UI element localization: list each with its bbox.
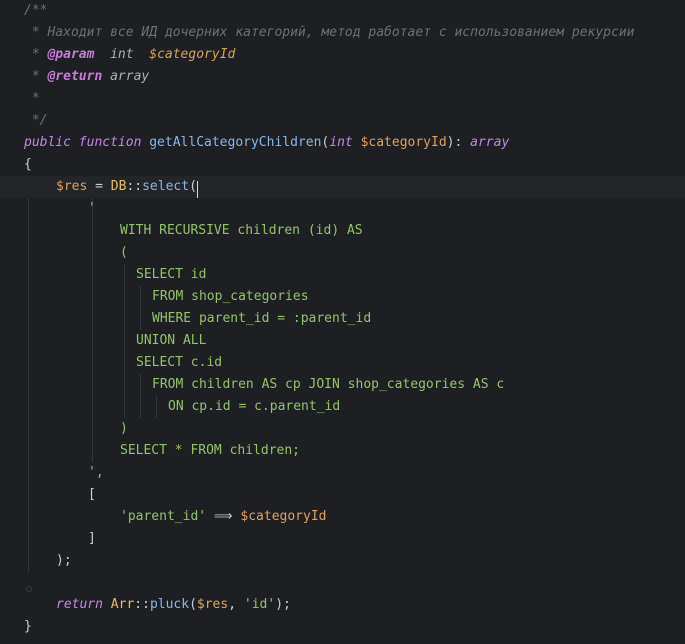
code-token: ( (120, 245, 128, 260)
code-line[interactable]: return Arr::pluck($res, 'id'); (0, 594, 685, 616)
code-line[interactable]: */ (0, 110, 685, 132)
code-line-current[interactable]: $res = DB::select( (0, 176, 685, 198)
code-token: ] (88, 531, 96, 546)
code-line[interactable]: /** (0, 0, 685, 22)
code-line[interactable]: ON cp.id = c.parent_id (0, 396, 685, 418)
code-token: SELECT id (136, 267, 207, 282)
code-line[interactable]: { (0, 154, 685, 176)
code-token: SELECT * FROM children; (120, 443, 301, 458)
code-token: pluck (149, 597, 190, 612)
code-line[interactable]: * Находит все ИД дочерних категорий, мет… (0, 22, 685, 44)
code-token: $categoryId (360, 135, 447, 150)
text-caret (196, 181, 198, 198)
code-line[interactable]: } (0, 616, 685, 638)
code-line[interactable]: * (0, 88, 685, 110)
code-editor[interactable]: /** * Находит все ИД дочерних категорий,… (0, 0, 685, 644)
code-token: ', (88, 465, 104, 480)
code-line[interactable]: SELECT * FROM children; (0, 440, 685, 462)
code-token: FROM shop_categories (152, 289, 309, 304)
code-token: DB (110, 179, 127, 194)
code-line[interactable]: SELECT id (0, 264, 685, 286)
code-token: FROM children AS cp JOIN shop_categories… (152, 377, 505, 392)
code-token: { (24, 157, 32, 172)
code-line[interactable]: ( (0, 242, 685, 264)
code-token: $categoryId (240, 509, 327, 524)
code-token: ) (120, 421, 128, 436)
code-token: * Находит все ИД дочерних категорий, мет… (24, 25, 635, 40)
code-token: WHERE parent_id = :parent_id (152, 311, 372, 326)
code-token: * (24, 47, 48, 62)
code-token: ); (56, 553, 72, 568)
code-token: int (94, 47, 150, 62)
code-line[interactable]: ' (0, 198, 685, 220)
code-line[interactable]: * @param int $categoryId (0, 44, 685, 66)
code-token: ⟹ (206, 509, 241, 524)
code-token: ( (189, 179, 197, 194)
code-token: return (56, 597, 103, 612)
code-token: array (102, 69, 150, 84)
code-token: = (87, 179, 111, 194)
code-token: public function (24, 135, 142, 150)
code-token: int (329, 135, 353, 150)
code-line[interactable]: FROM shop_categories (0, 286, 685, 308)
code-token: ); (275, 597, 291, 612)
code-line[interactable]: UNION ALL (0, 330, 685, 352)
code-token: Arr (110, 597, 135, 612)
code-line[interactable]: public function getAllCategoryChildren(i… (0, 132, 685, 154)
code-line[interactable]: ] (0, 528, 685, 550)
code-token: , (228, 597, 244, 612)
code-token: select (142, 179, 190, 194)
code-line[interactable]: ); (0, 550, 685, 572)
code-token: */ (24, 113, 48, 128)
code-token: @param (47, 47, 95, 62)
code-line[interactable]: 'parent_id' ⟹ $categoryId (0, 506, 685, 528)
code-token: getAllCategoryChildren (149, 135, 322, 150)
fold-marker-icon[interactable] (26, 586, 32, 592)
code-token: * (24, 91, 40, 106)
code-token: WITH RECURSIVE children (id) AS (120, 223, 363, 238)
code-line[interactable]: SELECT c.id (0, 352, 685, 374)
code-line[interactable]: WITH RECURSIVE children (id) AS (0, 220, 685, 242)
code-token: $res (196, 597, 229, 612)
code-line[interactable] (0, 572, 685, 594)
code-token: ON cp.id = c.parent_id (168, 399, 341, 414)
code-token: ' (88, 201, 96, 216)
code-line[interactable]: WHERE parent_id = :parent_id (0, 308, 685, 330)
code-line[interactable]: ', (0, 462, 685, 484)
code-token: 'parent_id' (120, 509, 207, 524)
code-token: @return (47, 69, 103, 84)
code-token: $res (56, 179, 88, 194)
code-line[interactable]: [ (0, 484, 685, 506)
code-line[interactable]: ) (0, 418, 685, 440)
code-line[interactable]: * @return array (0, 66, 685, 88)
code-token: $categoryId (149, 47, 236, 62)
code-token: :: (126, 179, 143, 194)
code-token: SELECT c.id (136, 355, 223, 370)
code-token: UNION ALL (136, 333, 207, 348)
code-token: * (24, 69, 48, 84)
code-token: :: (134, 597, 150, 612)
code-line[interactable]: FROM children AS cp JOIN shop_categories… (0, 374, 685, 396)
code-token: ( (189, 597, 197, 612)
code-token: array (470, 135, 510, 150)
code-token: ): (446, 135, 471, 150)
code-token: [ (88, 487, 96, 502)
code-token: /** (24, 3, 48, 18)
code-token: 'id' (243, 597, 276, 612)
code-token: } (24, 619, 32, 634)
